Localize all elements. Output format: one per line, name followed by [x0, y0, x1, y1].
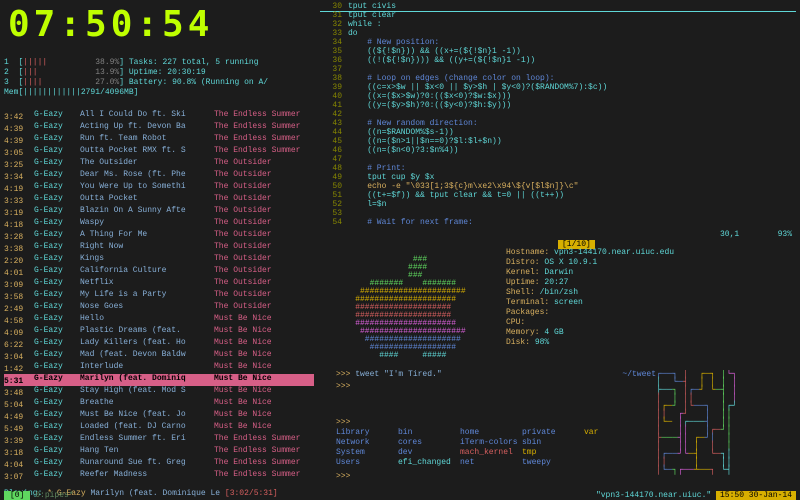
vim-line: 50 echo -e "\033[1;3${c}m\xe2\x94\${v[$l… [320, 182, 796, 191]
system-info: Hostname: vpn3-144170.near.uiuc.eduDistr… [506, 248, 674, 348]
track-row[interactable]: 4:01G-EazyCalifornia CultureThe Outsider [4, 266, 314, 278]
vim-line: 41 ((y=($y>$h)?0:(($y<0)?$h:$y))) [320, 101, 796, 110]
track-row[interactable]: 4:04G-EazyRunaround Sue ft. GregThe Endl… [4, 458, 314, 470]
vim-line: 49 tput cup $y $x [320, 173, 796, 182]
ls-row: Usersefi_changednettweepy [336, 458, 656, 468]
track-row[interactable]: 5:49G-EazyLoaded (feat. DJ CarnoMust Be … [4, 422, 314, 434]
track-row[interactable]: 4:58G-EazyHelloMust Be Nice [4, 314, 314, 326]
vim-editor[interactable]: 30tput civis31tput clear32while :33do34 … [320, 2, 796, 232]
track-row[interactable]: 5:04G-EazyBreatheMust Be Nice [4, 398, 314, 410]
track-row[interactable]: 3:39G-EazyEndless Summer ft. EriThe Endl… [4, 434, 314, 446]
vim-line: 47 [320, 155, 796, 164]
htop-pane: 1 [||||| 38.9%] Tasks: 227 total, 5 runn… [4, 58, 314, 98]
track-row[interactable]: 3:28G-EazyA Thing For MeThe Outsider [4, 230, 314, 242]
track-row[interactable]: 4:49G-EazyMust Be Nice (feat. JoMust Be … [4, 410, 314, 422]
neofetch-pane: ### #### ### ####### ####### ###########… [336, 248, 676, 368]
track-row[interactable]: 3:19G-EazyBlazin On A Sunny AfteThe Outs… [4, 206, 314, 218]
sysinfo-row: Uptime: 20:27 [506, 278, 674, 288]
track-row[interactable]: 3:05G-EazyOutta Pocket RMX ft. SThe Endl… [4, 146, 314, 158]
vim-line: 38 # Loop on edges (change color on loop… [320, 74, 796, 83]
statusbar-right: "vpn3-144170.near.uiuc." 15:50 30-Jan-14 [596, 482, 796, 500]
track-row[interactable]: 4:39G-EazyActing Up ft. Devon BaThe Endl… [4, 122, 314, 134]
ls-row: NetworkcoresiTerm-colorssbin [336, 438, 656, 448]
pipes-pane: ┌──┐ │ ┌─┐ │└┐ │ └─┤ │ │ │ │ ├──┐ │┌─┘ └… [656, 370, 796, 480]
vim-line: 33do [320, 29, 796, 38]
track-row[interactable]: 3:18G-EazyHang TenThe Endless Summer [4, 446, 314, 458]
track-row[interactable]: 2:49G-EazyNose GoesThe Outsider [4, 302, 314, 314]
track-row[interactable]: 6:22G-EazyLady Killers (feat. HoMust Be … [4, 338, 314, 350]
vim-line: 39 ((c=x>$w || $x<0 || $y>$h | $y<0)?($R… [320, 83, 796, 92]
vim-line: 51 ((t+=$f)) && tput clear && t=0 || ((t… [320, 191, 796, 200]
vim-line: 36 ((!(${!$n}))) && ((y+=(${!$n}1 -1)) [320, 56, 796, 65]
music-playlist[interactable]: 3:42G-EazyAll I Could Do ft. SkiThe Endl… [4, 110, 314, 480]
ls-row: Systemdevmach_kerneltmp [336, 448, 656, 458]
sysinfo-row: CPU: [506, 318, 674, 328]
sysinfo-row: Kernel: Darwin [506, 268, 674, 278]
sysinfo-row: Terminal: screen [506, 298, 674, 308]
sysinfo-row: Shell: /bin/zsh [506, 288, 674, 298]
track-row[interactable]: 4:19G-EazyYou Were Up to SomethiThe Outs… [4, 182, 314, 194]
vim-line: 54 # Wait for next frame: [320, 218, 796, 227]
vim-line: 35 ((${!$n})) && ((x+=(${!$n}1 -1)) [320, 47, 796, 56]
vim-line: 46 ((n=($n<0)?3:$n%4)) [320, 146, 796, 155]
vim-line: 31tput clear [320, 11, 796, 20]
sysinfo-row: Memory: 4 GB [506, 328, 674, 338]
sysinfo-row: Packages: [506, 308, 674, 318]
vim-line: 32while : [320, 20, 796, 29]
track-row[interactable]: 3:58G-EazyMy Life is a PartyThe Outsider [4, 290, 314, 302]
track-row[interactable]: 4:18G-EazyWaspyThe Outsider [4, 218, 314, 230]
apple-ascii-logo: ### #### ### ####### ####### ###########… [336, 248, 466, 360]
vim-line: 53 [320, 209, 796, 218]
vim-line: 30tput civis [320, 2, 796, 11]
track-row[interactable]: 3:07G-EazyReefer MadnessThe Endless Summ… [4, 470, 314, 480]
statusbar-left[interactable]: [0] 0:pipes* [4, 491, 74, 500]
clock: 07:50:54 [8, 4, 213, 45]
ls-row: Librarybinhomeprivatevar [336, 428, 656, 438]
track-row[interactable]: 3:33G-EazyOutta PocketThe Outsider [4, 194, 314, 206]
sysinfo-row: Disk: 98% [506, 338, 674, 348]
vim-line: 42 [320, 110, 796, 119]
vim-line: 34 # New position: [320, 38, 796, 47]
tweet-pane[interactable]: >>> tweet "I'm Tired."~/tweet >>> [336, 370, 656, 391]
vim-line: 44 ((n=$RANDOM%$s-1)) [320, 128, 796, 137]
track-row[interactable]: 4:09G-EazyPlastic Dreams (feat.Must Be N… [4, 326, 314, 338]
vim-line: 43 # New random direction: [320, 119, 796, 128]
track-row[interactable]: 4:39G-EazyRun ft. Team RobotThe Endless … [4, 134, 314, 146]
vim-line: 45 ((n=($n>1||$n==0)?$l:$l+$n)) [320, 137, 796, 146]
vim-statusline: 30,1 93% [720, 230, 792, 239]
vim-line: 37 [320, 65, 796, 74]
ls-pane[interactable]: >>>LibrarybinhomeprivatevarNetworkcoresi… [336, 418, 656, 482]
track-row[interactable]: 1:42G-EazyInterludeMust Be Nice [4, 362, 314, 374]
track-row[interactable]: 3:34G-EazyDear Ms. Rose (ft. PheThe Outs… [4, 170, 314, 182]
track-row[interactable]: 3:38G-EazyRight NowThe Outsider [4, 242, 314, 254]
sysinfo-row: Distro: OS X 10.9.1 [506, 258, 674, 268]
sysinfo-row: Hostname: vpn3-144170.near.uiuc.edu [506, 248, 674, 258]
track-row[interactable]: 3:48G-EazyStay High (feat. Mod SMust Be … [4, 386, 314, 398]
track-row[interactable]: 3:42G-EazyAll I Could Do ft. SkiThe Endl… [4, 110, 314, 122]
track-row[interactable]: 3:04G-EazyMad (feat. Devon BaldwMust Be … [4, 350, 314, 362]
track-row[interactable]: 3:09G-EazyNetflixThe Outsider [4, 278, 314, 290]
vim-line: 40 ((x=($x>$w)?0:(($x<0)?$w:$x))) [320, 92, 796, 101]
track-row[interactable]: 3:25G-EazyThe OutsiderThe Outsider [4, 158, 314, 170]
vim-line: 48 # Print: [320, 164, 796, 173]
vim-line: 52 l=$n [320, 200, 796, 209]
track-row[interactable]: 5:31G-EazyMarilyn (feat. DominiqMust Be … [4, 374, 314, 386]
track-row[interactable]: 2:20G-EazyKingsThe Outsider [4, 254, 314, 266]
